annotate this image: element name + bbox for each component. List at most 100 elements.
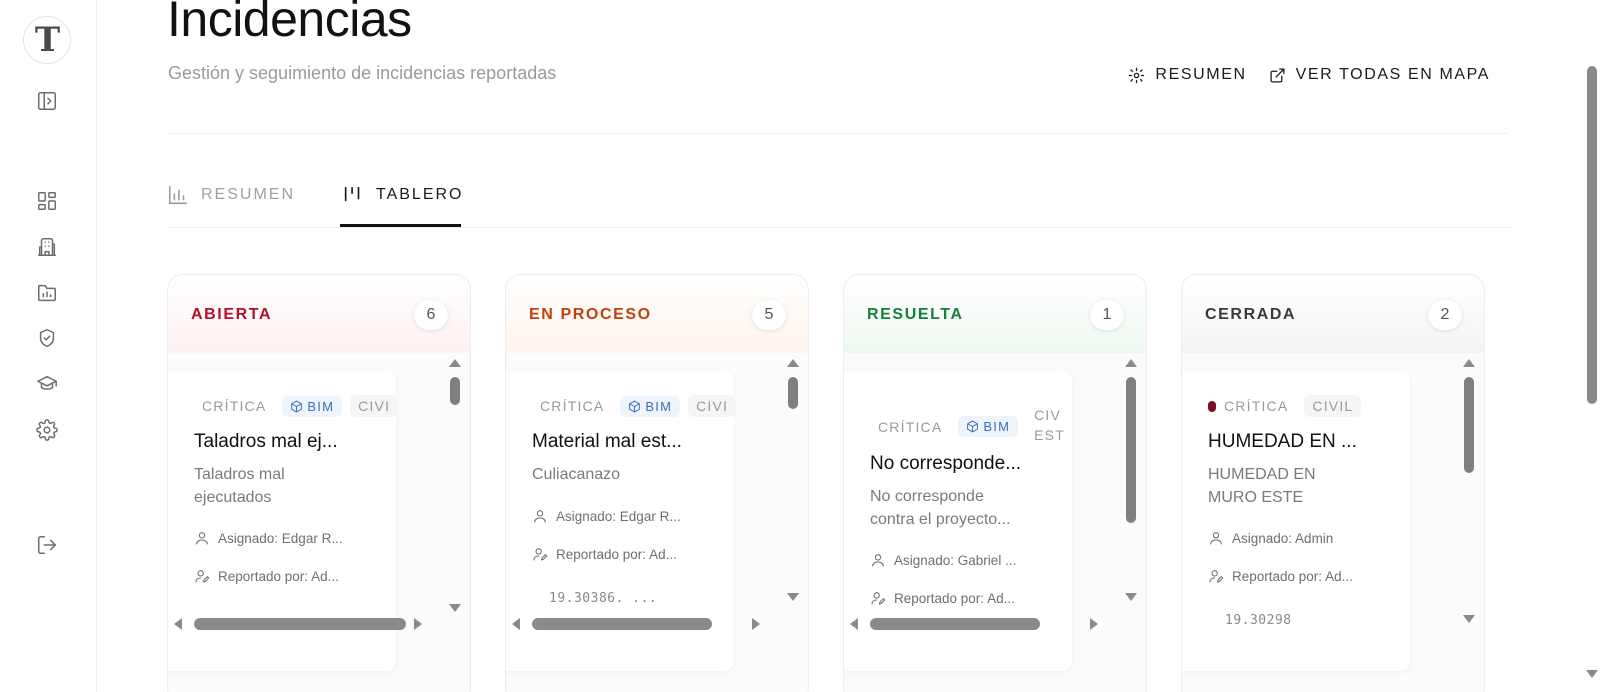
- tab-tablero-label: TABLERO: [376, 186, 464, 203]
- gear-icon: [1129, 67, 1145, 83]
- tab-resumen[interactable]: RESUMEN: [167, 163, 295, 227]
- tab-tablero[interactable]: TABLERO: [342, 163, 466, 227]
- bim-tag: BIM: [282, 395, 343, 417]
- horizontal-scrollbar[interactable]: [174, 617, 444, 631]
- cube-icon: [967, 420, 979, 433]
- column-title: CERRADA: [1205, 306, 1297, 323]
- main-content: Incidencias Gestión y seguimiento de inc…: [97, 0, 1600, 692]
- user-icon: [1210, 532, 1222, 545]
- scrollbar-thumb[interactable]: [788, 377, 798, 409]
- scroll-up-icon[interactable]: [1463, 359, 1475, 367]
- header-actions: RESUMEN VER TODAS EN MAPA: [1128, 66, 1490, 84]
- scroll-up-icon[interactable]: [787, 359, 799, 367]
- scroll-left-icon[interactable]: [512, 618, 520, 630]
- vertical-scrollbar[interactable]: [1462, 359, 1476, 623]
- panel-expand-icon[interactable]: [34, 88, 60, 114]
- scrollbar-thumb[interactable]: [870, 618, 1040, 630]
- scrollbar-thumb[interactable]: [1464, 377, 1474, 473]
- cube-icon: [291, 400, 303, 412]
- priority-tag: CRÍTICA: [1208, 395, 1296, 417]
- view-all-map-button[interactable]: VER TODAS EN MAPA: [1269, 66, 1490, 84]
- card-title: No corresponde...: [870, 453, 1022, 474]
- user-edit-icon: [1209, 570, 1224, 583]
- user-edit-icon: [195, 570, 210, 583]
- scroll-right-icon[interactable]: [752, 618, 760, 630]
- column-body[interactable]: CRÍTICA CIVIL HUMEDAD EN ... HUMEDAD EN …: [1182, 353, 1484, 692]
- card-tags: CRÍTICA CIVIL: [1208, 395, 1362, 417]
- page-subtitle: Gestión y seguimiento de incidencias rep…: [168, 63, 557, 83]
- card-coordinates: 19.30386. ...: [549, 591, 658, 606]
- scroll-down-icon[interactable]: [449, 604, 461, 612]
- user-icon: [872, 554, 884, 567]
- sidebar: T: [0, 0, 97, 692]
- vertical-scrollbar[interactable]: [448, 359, 462, 612]
- scroll-up-icon[interactable]: [449, 359, 461, 367]
- app-logo[interactable]: T: [23, 16, 71, 64]
- column-body[interactable]: CRÍTICA BIM CIVI Taladros mal ej... Tala…: [168, 353, 470, 692]
- card-reported: Reportado por: Ad...: [532, 546, 702, 562]
- vertical-scrollbar[interactable]: [1124, 359, 1138, 609]
- column-count: 6: [414, 300, 448, 330]
- column-body[interactable]: CRÍTICA BIM CIV EST No corresponde... No…: [844, 353, 1146, 692]
- scroll-right-icon[interactable]: [1090, 618, 1098, 630]
- scrollbar-thumb[interactable]: [450, 377, 460, 405]
- card-title: HUMEDAD EN ...: [1208, 431, 1357, 452]
- card-tags: CRÍTICA BIM CIVI: [532, 395, 734, 417]
- horizontal-scrollbar[interactable]: [512, 617, 782, 631]
- card-assigned: Asignado: Edgar R...: [532, 508, 702, 524]
- graduation-cap-icon[interactable]: [34, 371, 60, 397]
- scroll-down-icon[interactable]: [1125, 593, 1137, 601]
- user-icon: [534, 510, 546, 523]
- dashboard-icon[interactable]: [34, 188, 60, 214]
- scroll-down-icon[interactable]: [1586, 670, 1598, 678]
- column-en-proceso: EN PROCESO 5 CRÍTICA BIM CIVI Material m…: [505, 274, 809, 692]
- scroll-left-icon[interactable]: [174, 618, 182, 630]
- settings-icon[interactable]: [34, 417, 60, 443]
- card-assigned: Asignado: Edgar R...: [194, 530, 364, 546]
- column-header: RESUELTA 1: [844, 275, 1146, 353]
- card-assigned: Asignado: Gabriel ...: [870, 552, 1040, 568]
- scrollbar-thumb[interactable]: [532, 618, 712, 630]
- horizontal-scrollbar[interactable]: [850, 617, 1120, 631]
- tab-resumen-label: RESUMEN: [201, 186, 296, 203]
- scroll-down-icon[interactable]: [787, 593, 799, 601]
- card-description: No corresponde contra el proyecto...: [870, 488, 1011, 528]
- scrollbar-thumb[interactable]: [1126, 377, 1136, 523]
- scroll-up-icon[interactable]: [1125, 359, 1137, 367]
- logout-icon[interactable]: [34, 532, 60, 558]
- shield-check-icon[interactable]: [34, 325, 60, 351]
- user-icon: [196, 532, 208, 545]
- page-scrollbar[interactable]: [1584, 0, 1600, 692]
- page-scrollbar-thumb[interactable]: [1587, 66, 1597, 404]
- column-cerrada: CERRADA 2 CRÍTICA CIVIL HUMEDAD EN ... H…: [1181, 274, 1485, 692]
- card-tags: CRÍTICA BIM CIVI: [194, 395, 396, 417]
- incident-card[interactable]: CRÍTICA CIVIL HUMEDAD EN ... HUMEDAD EN …: [1182, 371, 1410, 671]
- folder-chart-icon[interactable]: [34, 280, 60, 306]
- view-all-map-label: VER TODAS EN MAPA: [1295, 66, 1490, 83]
- critical-dot-icon: [1208, 400, 1216, 412]
- bar-chart-icon: [168, 185, 188, 205]
- building-icon[interactable]: [34, 234, 60, 260]
- view-tabs: RESUMEN TABLERO: [167, 163, 1513, 228]
- priority-tag: CRÍTICA: [540, 398, 605, 414]
- column-count: 1: [1090, 300, 1124, 330]
- scrollbar-thumb[interactable]: [194, 618, 406, 630]
- vertical-scrollbar[interactable]: [786, 359, 800, 609]
- scroll-down-icon[interactable]: [1463, 615, 1475, 623]
- column-title: EN PROCESO: [529, 306, 652, 323]
- summary-button[interactable]: RESUMEN: [1128, 66, 1246, 84]
- card-title: Taladros mal ej...: [194, 431, 338, 452]
- scroll-right-icon[interactable]: [414, 618, 422, 630]
- scroll-left-icon[interactable]: [850, 618, 858, 630]
- header-divider: [167, 133, 1507, 134]
- column-header: EN PROCESO 5: [506, 275, 808, 353]
- external-link-icon: [1270, 67, 1285, 83]
- priority-tag: CRÍTICA: [202, 398, 267, 414]
- column-header: ABIERTA 6: [168, 275, 470, 353]
- column-count: 2: [1428, 300, 1462, 330]
- bim-tag: BIM: [958, 416, 1019, 437]
- card-coordinates: 19.30298: [1225, 613, 1292, 628]
- civil-tag: CIV EST: [1034, 407, 1065, 443]
- bim-tag: BIM: [620, 395, 681, 417]
- column-body[interactable]: CRÍTICA BIM CIVI Material mal est... Cul…: [506, 353, 808, 692]
